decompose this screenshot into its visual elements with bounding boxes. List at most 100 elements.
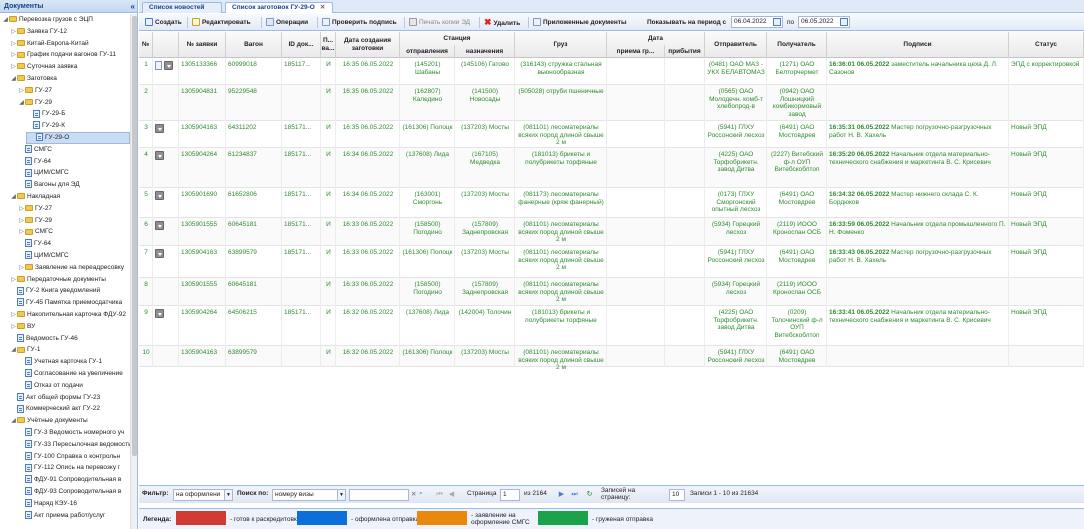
edit-button[interactable]: Редактировать bbox=[192, 16, 251, 29]
column-header-date[interactable]: Дата bbox=[607, 32, 705, 45]
delete-button[interactable]: ✖ Удалить bbox=[484, 16, 520, 29]
tree-node[interactable]: ▷ ГУ-27 bbox=[18, 203, 130, 215]
close-tab-icon[interactable]: ✕ bbox=[320, 4, 325, 11]
attached-documents-button[interactable]: Приложенные документы bbox=[533, 16, 627, 29]
collapsed-arrow-icon[interactable]: ▷ bbox=[18, 215, 25, 227]
column-header-p[interactable]: П... ва... bbox=[321, 32, 336, 58]
tree-node[interactable]: ГУ-64 bbox=[18, 238, 130, 250]
column-header-sender[interactable]: Отправитель bbox=[705, 32, 767, 58]
tab-news[interactable]: Список новостей bbox=[142, 2, 222, 13]
download-icon[interactable] bbox=[155, 221, 164, 230]
tree-node[interactable]: ▷ ВУ bbox=[10, 321, 130, 333]
tree-node[interactable]: ◢ Учётные документы bbox=[10, 415, 130, 427]
tree-node[interactable]: ГУ-112 Опись на перевозку г bbox=[18, 462, 130, 474]
first-page-icon[interactable]: ⏮ bbox=[435, 490, 444, 499]
prev-page-icon[interactable]: ◀ bbox=[447, 490, 456, 499]
tree-node[interactable]: ГУ-29-Б bbox=[26, 108, 130, 120]
collapsed-arrow-icon[interactable]: ▷ bbox=[18, 85, 25, 97]
operations-button[interactable]: Операции bbox=[266, 16, 308, 29]
collapsed-arrow-icon[interactable]: ▷ bbox=[10, 274, 17, 286]
calendar-icon[interactable] bbox=[773, 18, 781, 26]
tree-node[interactable]: СМГС bbox=[18, 144, 130, 156]
tree-node[interactable]: ЦИМ/СМГС bbox=[18, 167, 130, 179]
tree-node[interactable]: ГУ-29-О bbox=[26, 132, 130, 144]
download-icon[interactable] bbox=[155, 124, 164, 133]
collapsed-arrow-icon[interactable]: ▷ bbox=[18, 262, 25, 274]
chevron-down-icon[interactable]: ▼ bbox=[224, 490, 232, 500]
tree-node[interactable]: Согласование на увеличение bbox=[18, 368, 130, 380]
tree-node[interactable]: ЦИМ/СМГС bbox=[18, 250, 130, 262]
tree-node[interactable]: ▷ График подачи вагонов ГУ-11 bbox=[10, 49, 130, 61]
tree-node[interactable]: ▷ Заявление на переадресовку bbox=[18, 262, 130, 274]
calendar-icon[interactable] bbox=[840, 18, 848, 26]
download-icon[interactable] bbox=[155, 309, 164, 318]
collapsed-arrow-icon[interactable]: ▷ bbox=[18, 226, 25, 238]
tree-node[interactable]: ФДУ-91 Сопроводительная в bbox=[18, 474, 130, 486]
per-page-input[interactable]: 10 bbox=[669, 489, 685, 501]
next-page-icon[interactable]: ▶ bbox=[557, 490, 566, 499]
expanded-arrow-icon[interactable]: ◢ bbox=[10, 344, 17, 356]
tree-node[interactable]: ГУ-100 Справка о контрольн bbox=[18, 451, 130, 463]
scrollbar-thumb[interactable] bbox=[132, 16, 137, 456]
tree-node[interactable]: Акт общей формы ГУ-23 bbox=[10, 392, 130, 404]
tree-node[interactable]: ▷ Китай-Европа-Китай bbox=[10, 38, 130, 50]
filter-select[interactable]: на оформлени ▼ bbox=[173, 489, 233, 501]
tree-node[interactable]: Вагоны для ЭД bbox=[18, 179, 130, 191]
column-header-status[interactable]: Статус bbox=[1009, 32, 1084, 58]
column-header-station[interactable]: Станция bbox=[400, 32, 515, 45]
refresh-icon[interactable]: ↻ bbox=[585, 490, 594, 499]
tree-node[interactable]: ◢ Заготовка bbox=[10, 73, 130, 85]
collapsed-arrow-icon[interactable]: ▷ bbox=[18, 203, 25, 215]
collapsed-arrow-icon[interactable]: ▷ bbox=[10, 321, 17, 333]
collapse-panel-icon[interactable]: « bbox=[131, 0, 135, 13]
check-signature-button[interactable]: Проверить подпись bbox=[322, 16, 397, 29]
tree-node[interactable]: Акт приема работ/услуг bbox=[18, 510, 130, 522]
expanded-arrow-icon[interactable]: ◢ bbox=[2, 14, 9, 26]
tree-node[interactable]: Отказ от подачи bbox=[18, 380, 130, 392]
tree-node[interactable]: ▷ Передаточные документы bbox=[10, 274, 130, 286]
collapsed-arrow-icon[interactable]: ▷ bbox=[10, 61, 17, 73]
tree-node[interactable]: ГУ-2 Книга уведомлений bbox=[10, 285, 130, 297]
clear-search-icon[interactable]: ✕ bbox=[411, 490, 416, 498]
create-button[interactable]: Создать bbox=[145, 16, 182, 29]
column-header-dep[interactable]: отправления bbox=[400, 45, 455, 58]
tree-node[interactable]: ▷ Заявка ГУ-12 bbox=[10, 26, 130, 38]
tree-node[interactable]: Учетная карточка ГУ-1 bbox=[18, 356, 130, 368]
tree-node[interactable]: ГУ-29-К bbox=[26, 120, 130, 132]
column-header-icons[interactable] bbox=[153, 32, 179, 58]
collapsed-arrow-icon[interactable]: ▷ bbox=[10, 49, 17, 61]
column-header-receiver[interactable]: Получатель bbox=[767, 32, 827, 58]
tree-scrollbar[interactable] bbox=[130, 14, 137, 529]
search-field-select[interactable]: номеру визы ▼ bbox=[272, 489, 346, 501]
tree-node[interactable]: ▷ ГУ-27 bbox=[18, 85, 130, 97]
collapsed-arrow-icon[interactable]: ▷ bbox=[10, 38, 17, 50]
column-header-arrival[interactable]: прибытия bbox=[665, 45, 705, 58]
tree-node[interactable]: ФДУ-93 Сопроводительная в bbox=[18, 486, 130, 498]
download-icon[interactable] bbox=[155, 191, 164, 200]
expanded-arrow-icon[interactable]: ◢ bbox=[10, 191, 17, 203]
tree-node[interactable]: Наряд КЭУ-16 bbox=[18, 498, 130, 510]
download-icon[interactable] bbox=[164, 61, 173, 70]
column-header-created[interactable]: Дата создания заготовки bbox=[336, 32, 400, 58]
column-header-accept[interactable]: приема гр... bbox=[607, 45, 665, 58]
tree-node[interactable]: ◢ ГУ-1 bbox=[10, 344, 130, 356]
date-from-field[interactable]: 06.04.2022 bbox=[731, 16, 783, 28]
tree-node[interactable]: ▷ ГУ-29 bbox=[18, 215, 130, 227]
print-copy-button[interactable]: Печать копии ЭД bbox=[409, 16, 470, 29]
collapsed-arrow-icon[interactable]: ▷ bbox=[10, 309, 17, 321]
download-icon[interactable] bbox=[155, 151, 164, 160]
document-icon[interactable] bbox=[155, 61, 162, 70]
column-header-num[interactable]: № bbox=[139, 32, 153, 58]
tree-node[interactable]: Ведомость ГУ-46 bbox=[10, 333, 130, 345]
tree-node[interactable]: ▷ Накопительная карточка ФДУ-92 bbox=[10, 309, 130, 321]
tree-node[interactable]: ◢ Накладная bbox=[10, 191, 130, 203]
download-icon[interactable] bbox=[155, 249, 164, 258]
tree-node[interactable]: ГУ-33 Пересылочная ведомость bbox=[18, 439, 130, 451]
column-header-cargo[interactable]: Груз bbox=[515, 32, 607, 58]
collapsed-arrow-icon[interactable]: ▷ bbox=[10, 26, 17, 38]
tree-node[interactable]: Коммерческий акт ГУ-22 bbox=[10, 403, 130, 415]
expanded-arrow-icon[interactable]: ◢ bbox=[10, 415, 17, 427]
tree-node[interactable]: ◢ Перевозка грузов с ЭЦП bbox=[2, 14, 130, 26]
date-to-field[interactable]: 06.05.2022 bbox=[798, 16, 850, 28]
column-header-dest[interactable]: назначения bbox=[455, 45, 515, 58]
